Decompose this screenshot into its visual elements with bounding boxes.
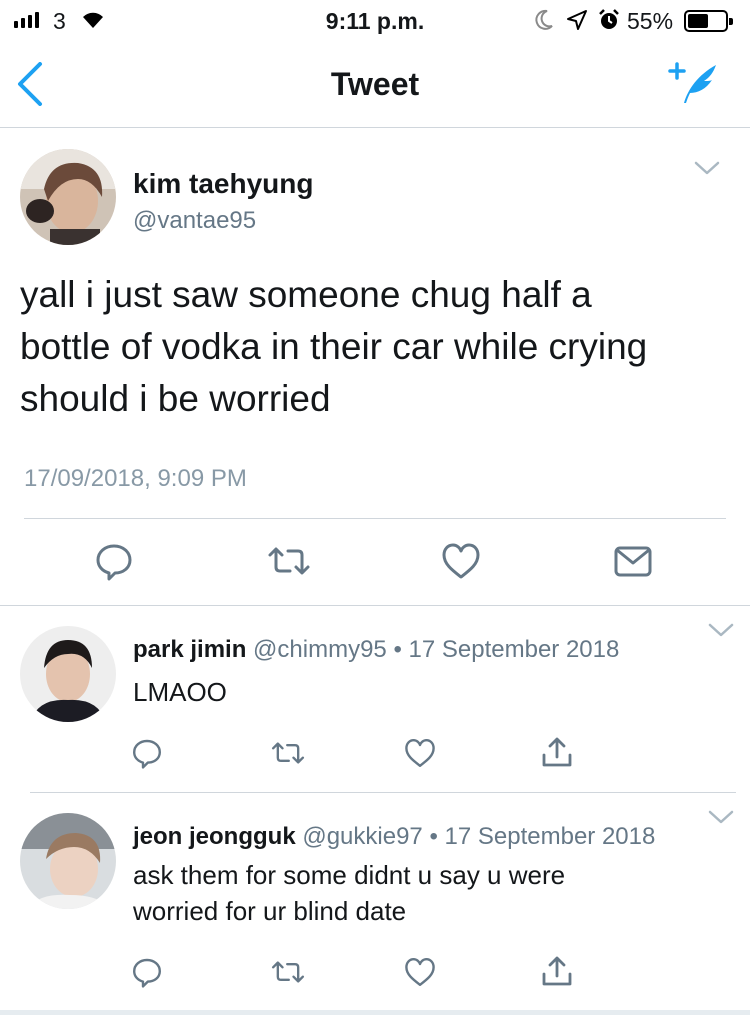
reply-date: 17 September 2018 (444, 823, 656, 850)
retweet-icon[interactable] (270, 956, 306, 993)
like-icon[interactable] (403, 956, 437, 993)
author-handle[interactable]: @vantae95 (133, 207, 256, 235)
reply-header: jeon jeongguk @gukkie97 • 17 September 2… (133, 823, 655, 851)
reply-text: LMAOO (133, 674, 733, 710)
reply-text-line: worried for ur blind date (133, 896, 407, 926)
tweet-text-line: should i be worried (20, 378, 331, 419)
author-name[interactable]: park jimin (133, 636, 246, 663)
reply-text-line: ask them for some didnt u say u were (133, 860, 566, 890)
author-handle[interactable]: @gukkie97 (302, 823, 422, 850)
retweet-icon[interactable] (266, 541, 312, 586)
battery-icon (684, 10, 733, 32)
tweet-text-line: yall i just saw someone chug half a (20, 274, 592, 315)
tweet-text-line: bottle of vodka in their car while cryin… (20, 326, 648, 367)
reply-header: park jimin @chimmy95 • 17 September 2018 (133, 636, 619, 664)
meta-separator: • (429, 823, 438, 850)
tweet-timestamp: 17/09/2018, 9:09 PM (24, 465, 247, 492)
nav-bar: Tweet (0, 40, 750, 128)
compose-tweet-icon[interactable] (666, 57, 722, 112)
author-name[interactable]: jeon jeongguk (133, 823, 296, 850)
divider (30, 792, 736, 793)
divider (0, 605, 750, 606)
share-icon[interactable] (540, 954, 574, 993)
battery-percent: 55% (627, 8, 674, 34)
like-icon[interactable] (403, 737, 437, 774)
author-name[interactable]: kim taehyung (133, 168, 313, 200)
author-handle[interactable]: @chimmy95 (253, 636, 387, 663)
divider (24, 518, 726, 519)
alarm-icon (597, 8, 621, 37)
battery-level (688, 14, 708, 28)
reply-icon[interactable] (131, 956, 163, 993)
moon-icon (534, 8, 554, 37)
status-bar: 3 9:11 p.m. 55% (0, 0, 750, 40)
direct-message-icon[interactable] (612, 541, 654, 586)
divider (0, 1010, 750, 1015)
avatar[interactable] (20, 626, 116, 722)
reply-icon[interactable] (94, 541, 134, 586)
share-icon[interactable] (540, 735, 574, 774)
reply-icon[interactable] (131, 737, 163, 774)
meta-separator: • (393, 636, 402, 663)
avatar[interactable] (20, 813, 116, 909)
tweet-text: yall i just saw someone chug half a bott… (20, 269, 736, 425)
avatar[interactable] (20, 149, 116, 245)
chevron-down-icon[interactable] (708, 809, 734, 830)
chevron-down-icon[interactable] (694, 160, 720, 181)
like-icon[interactable] (440, 541, 482, 586)
reply-text: ask them for some didnt u say u were wor… (133, 857, 733, 929)
retweet-icon[interactable] (270, 737, 306, 774)
reply-date: 17 September 2018 (408, 636, 620, 663)
location-icon (566, 9, 588, 36)
chevron-down-icon[interactable] (708, 622, 734, 643)
page-title: Tweet (330, 66, 420, 102)
reply-text-line: LMAOO (133, 677, 227, 707)
